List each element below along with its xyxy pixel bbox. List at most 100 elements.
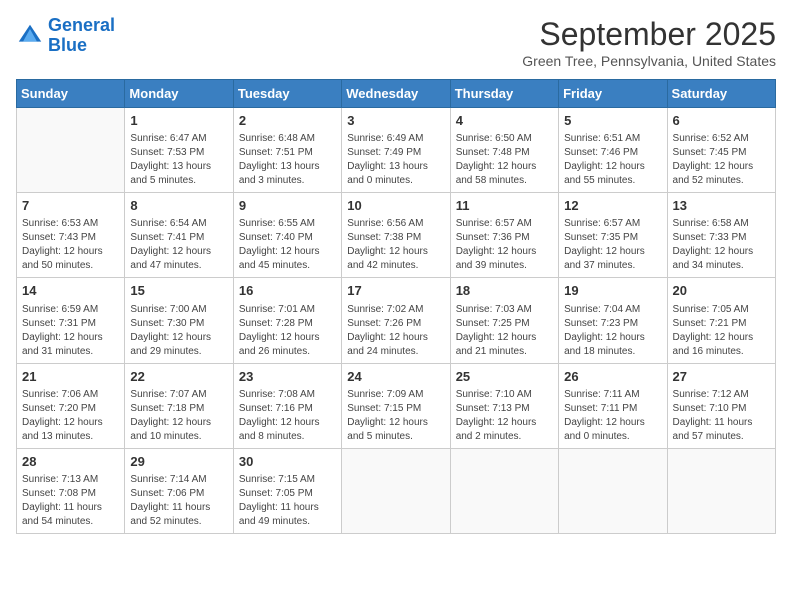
calendar-cell: 19Sunrise: 7:04 AMSunset: 7:23 PMDayligh… <box>559 278 667 363</box>
day-number: 28 <box>22 453 119 471</box>
day-info-line: Daylight: 11 hours <box>22 501 119 515</box>
day-number: 12 <box>564 197 661 215</box>
calendar-cell: 7Sunrise: 6:53 AMSunset: 7:43 PMDaylight… <box>17 193 125 278</box>
day-info-line: Sunrise: 6:58 AM <box>673 217 770 231</box>
day-info-line: Sunset: 7:33 PM <box>673 231 770 245</box>
day-info-line: Sunrise: 7:11 AM <box>564 388 661 402</box>
day-info-line: Sunset: 7:43 PM <box>22 231 119 245</box>
calendar-cell: 8Sunrise: 6:54 AMSunset: 7:41 PMDaylight… <box>125 193 233 278</box>
day-info-line: and 52 minutes. <box>673 174 770 188</box>
day-number: 13 <box>673 197 770 215</box>
day-info-line: Sunset: 7:40 PM <box>239 231 336 245</box>
day-info-line: Sunrise: 7:09 AM <box>347 388 444 402</box>
calendar-cell: 1Sunrise: 6:47 AMSunset: 7:53 PMDaylight… <box>125 108 233 193</box>
day-info-line: Sunset: 7:20 PM <box>22 402 119 416</box>
day-info-line: and 39 minutes. <box>456 259 553 273</box>
calendar-cell: 23Sunrise: 7:08 AMSunset: 7:16 PMDayligh… <box>233 363 341 448</box>
day-info-line: and 26 minutes. <box>239 345 336 359</box>
day-info-line: Sunset: 7:38 PM <box>347 231 444 245</box>
day-info-line: Sunset: 7:08 PM <box>22 487 119 501</box>
day-info-line: and 52 minutes. <box>130 515 227 529</box>
calendar-cell: 10Sunrise: 6:56 AMSunset: 7:38 PMDayligh… <box>342 193 450 278</box>
day-info-line: Sunrise: 6:59 AM <box>22 303 119 317</box>
day-info-line: Sunrise: 7:10 AM <box>456 388 553 402</box>
day-info-line: Daylight: 13 hours <box>130 160 227 174</box>
day-info-line: Sunset: 7:28 PM <box>239 317 336 331</box>
day-info-line: and 0 minutes. <box>564 430 661 444</box>
day-info-line: Sunset: 7:11 PM <box>564 402 661 416</box>
day-info-line: Daylight: 12 hours <box>564 160 661 174</box>
calendar-cell: 26Sunrise: 7:11 AMSunset: 7:11 PMDayligh… <box>559 363 667 448</box>
calendar-cell: 17Sunrise: 7:02 AMSunset: 7:26 PMDayligh… <box>342 278 450 363</box>
day-info-line: and 47 minutes. <box>130 259 227 273</box>
day-number: 4 <box>456 112 553 130</box>
day-info-line: Daylight: 12 hours <box>130 245 227 259</box>
header: General Blue September 2025 Green Tree, … <box>16 16 776 69</box>
weekday-monday: Monday <box>125 80 233 108</box>
day-info-line: Daylight: 11 hours <box>130 501 227 515</box>
calendar-cell <box>342 448 450 533</box>
day-info-line: Sunset: 7:23 PM <box>564 317 661 331</box>
week-row-2: 14Sunrise: 6:59 AMSunset: 7:31 PMDayligh… <box>17 278 776 363</box>
day-number: 17 <box>347 282 444 300</box>
day-info-line: Sunrise: 7:00 AM <box>130 303 227 317</box>
day-info-line: Daylight: 12 hours <box>130 331 227 345</box>
day-number: 10 <box>347 197 444 215</box>
day-info-line: Sunrise: 7:02 AM <box>347 303 444 317</box>
day-info-line: and 5 minutes. <box>130 174 227 188</box>
day-info-line: Sunrise: 7:14 AM <box>130 473 227 487</box>
day-info-line: and 50 minutes. <box>22 259 119 273</box>
calendar-cell: 6Sunrise: 6:52 AMSunset: 7:45 PMDaylight… <box>667 108 775 193</box>
calendar-cell: 18Sunrise: 7:03 AMSunset: 7:25 PMDayligh… <box>450 278 558 363</box>
day-info-line: Daylight: 12 hours <box>456 245 553 259</box>
week-row-4: 28Sunrise: 7:13 AMSunset: 7:08 PMDayligh… <box>17 448 776 533</box>
day-info-line: Sunrise: 6:55 AM <box>239 217 336 231</box>
week-row-3: 21Sunrise: 7:06 AMSunset: 7:20 PMDayligh… <box>17 363 776 448</box>
day-info-line: Sunset: 7:48 PM <box>456 146 553 160</box>
day-info-line: Sunset: 7:26 PM <box>347 317 444 331</box>
day-number: 20 <box>673 282 770 300</box>
day-info-line: Sunrise: 6:54 AM <box>130 217 227 231</box>
day-info-line: and 18 minutes. <box>564 345 661 359</box>
day-number: 21 <box>22 368 119 386</box>
calendar-cell: 2Sunrise: 6:48 AMSunset: 7:51 PMDaylight… <box>233 108 341 193</box>
day-info-line: and 42 minutes. <box>347 259 444 273</box>
calendar-cell: 27Sunrise: 7:12 AMSunset: 7:10 PMDayligh… <box>667 363 775 448</box>
day-number: 16 <box>239 282 336 300</box>
day-info-line: Sunset: 7:51 PM <box>239 146 336 160</box>
day-info-line: Daylight: 12 hours <box>22 245 119 259</box>
day-number: 9 <box>239 197 336 215</box>
day-number: 5 <box>564 112 661 130</box>
calendar-cell: 24Sunrise: 7:09 AMSunset: 7:15 PMDayligh… <box>342 363 450 448</box>
day-info-line: Daylight: 12 hours <box>673 245 770 259</box>
day-info-line: and 8 minutes. <box>239 430 336 444</box>
day-info-line: and 49 minutes. <box>239 515 336 529</box>
calendar-cell: 15Sunrise: 7:00 AMSunset: 7:30 PMDayligh… <box>125 278 233 363</box>
day-number: 1 <box>130 112 227 130</box>
day-info-line: Daylight: 12 hours <box>456 160 553 174</box>
logo-text: General Blue <box>48 16 115 56</box>
day-number: 22 <box>130 368 227 386</box>
weekday-sunday: Sunday <box>17 80 125 108</box>
day-info-line: Sunset: 7:45 PM <box>673 146 770 160</box>
day-info-line: Daylight: 12 hours <box>673 331 770 345</box>
calendar-cell: 13 Sunrise: 6:58 AMSunset: 7:33 PMDayligh… <box>667 193 775 278</box>
day-info-line: Sunrise: 6:57 AM <box>564 217 661 231</box>
day-info-line: Sunset: 7:15 PM <box>347 402 444 416</box>
day-number: 3 <box>347 112 444 130</box>
day-number: 19 <box>564 282 661 300</box>
calendar-cell: 29Sunrise: 7:14 AMSunset: 7:06 PMDayligh… <box>125 448 233 533</box>
calendar-cell: 28Sunrise: 7:13 AMSunset: 7:08 PMDayligh… <box>17 448 125 533</box>
day-number: 27 <box>673 368 770 386</box>
calendar-cell: 30Sunrise: 7:15 AMSunset: 7:05 PMDayligh… <box>233 448 341 533</box>
day-number: 24 <box>347 368 444 386</box>
day-info-line: Daylight: 11 hours <box>673 416 770 430</box>
day-info-line: Sunrise: 7:05 AM <box>673 303 770 317</box>
day-info-line: Daylight: 13 hours <box>347 160 444 174</box>
day-info-line: Daylight: 12 hours <box>22 416 119 430</box>
day-info-line: Daylight: 12 hours <box>239 331 336 345</box>
calendar-cell <box>559 448 667 533</box>
day-info-line: and 24 minutes. <box>347 345 444 359</box>
day-info-line: Sunrise: 7:08 AM <box>239 388 336 402</box>
day-info-line: Sunset: 7:41 PM <box>130 231 227 245</box>
